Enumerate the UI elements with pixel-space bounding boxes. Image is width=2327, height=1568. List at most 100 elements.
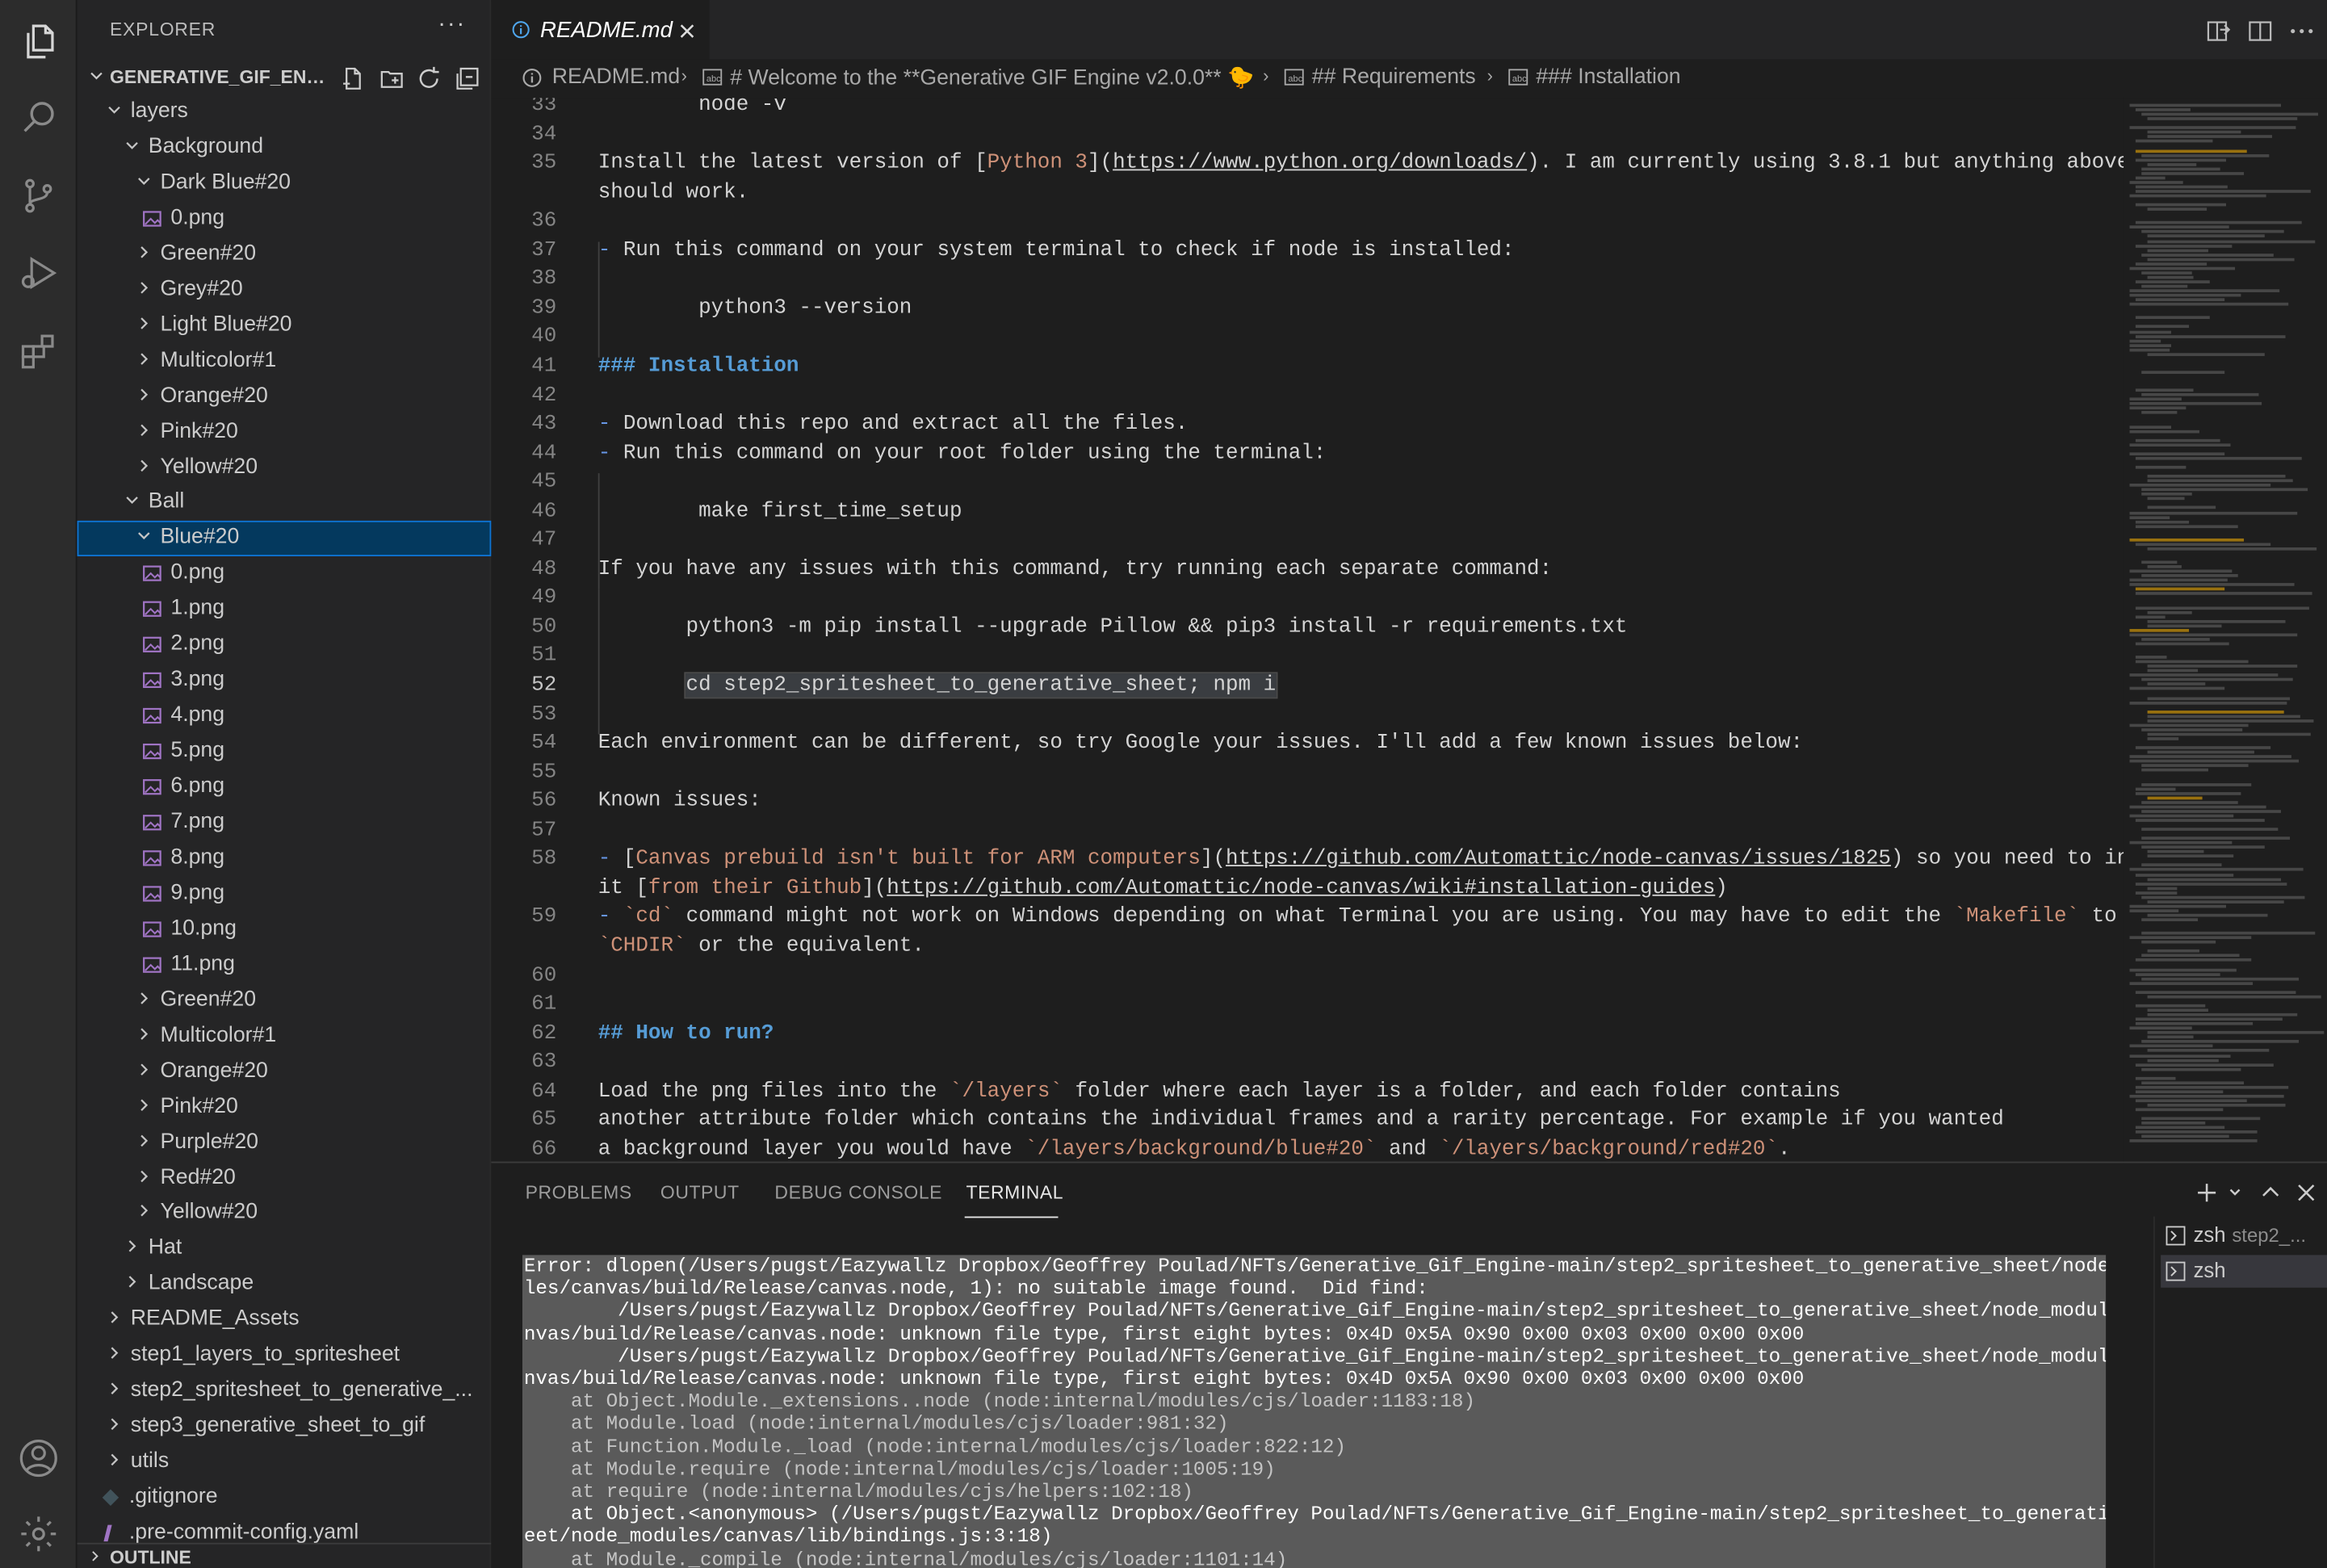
breadcrumb-h2[interactable]: ## Requirements <box>1312 65 1476 89</box>
tree-folder[interactable]: utils <box>78 1445 492 1481</box>
tree-file[interactable]: 5.png <box>78 735 492 770</box>
tree-folder[interactable]: Landscape <box>78 1268 492 1303</box>
source-control-icon[interactable] <box>15 172 62 220</box>
maximize-panel-icon[interactable] <box>2258 1180 2282 1204</box>
tree-folder[interactable]: Yellow#20 <box>78 1197 492 1232</box>
tree-folder[interactable]: Hat <box>78 1232 492 1268</box>
tree-folder[interactable]: Pink#20 <box>78 415 492 451</box>
tree-folder[interactable]: Orange#20 <box>78 379 492 415</box>
tree-file[interactable]: 0.png <box>78 202 492 237</box>
minimap-line <box>2135 588 2225 591</box>
tree-file[interactable]: 11.png <box>78 948 492 983</box>
terminal-line: at Object.<anonymous> (/Users/pugst/Eazy… <box>523 1503 2107 1526</box>
tree-folder[interactable]: Red#20 <box>78 1161 492 1197</box>
minimap-line <box>2141 932 2316 935</box>
close-panel-icon[interactable] <box>2295 1180 2318 1204</box>
new-file-icon[interactable] <box>340 65 367 92</box>
tab-readme[interactable]: README.md <box>491 0 710 60</box>
collapse-all-icon[interactable] <box>454 65 480 92</box>
tree-folder[interactable]: Green#20 <box>78 237 492 273</box>
code-line: Each environment can be different, so tr… <box>598 732 1803 755</box>
more-editor-actions-icon[interactable] <box>2288 18 2315 44</box>
tree-item-label: 8.png <box>170 845 225 870</box>
tree-folder[interactable]: Blue#20 <box>77 521 492 557</box>
tree-file[interactable]: .gitignore <box>78 1481 492 1516</box>
outline-section-header[interactable]: OUTLINE <box>77 1542 492 1568</box>
terminal-output[interactable]: Error: dlopen(/Users/pugst/Eazywallz Dro… <box>522 1255 2107 1568</box>
run-debug-icon[interactable] <box>15 249 62 297</box>
terminal-instance[interactable]: zsh <box>2161 1255 2327 1288</box>
chevron-right-icon <box>140 423 149 436</box>
tab-output[interactable]: OUTPUT <box>660 1182 740 1203</box>
more-actions-icon[interactable]: ··· <box>438 12 466 39</box>
manage-gear-icon[interactable] <box>15 1510 62 1558</box>
tree-folder[interactable]: README_Assets <box>78 1303 492 1339</box>
explorer-icon[interactable] <box>15 18 62 65</box>
workspace-root-header[interactable]: GENERATIVE_GIF_ENG... <box>78 62 492 94</box>
tree-folder[interactable]: Multicolor#1 <box>78 344 492 379</box>
split-editor-icon[interactable] <box>2247 18 2274 44</box>
minimap-line <box>2147 239 2316 243</box>
minimap-line <box>2129 452 2225 455</box>
minimap-line <box>2147 352 2265 356</box>
terminal-instance[interactable]: zsh step2_... <box>2161 1219 2327 1251</box>
account-icon[interactable] <box>15 1435 62 1482</box>
chevron-down-icon[interactable] <box>2223 1180 2246 1204</box>
tree-folder[interactable]: Ball <box>78 486 492 522</box>
minimap-line <box>2147 1049 2270 1053</box>
tree-folder[interactable]: Pink#20 <box>78 1090 492 1126</box>
minimap-line <box>2141 153 2270 157</box>
tree-folder[interactable]: Multicolor#1 <box>78 1019 492 1054</box>
tree-file[interactable]: 8.png <box>78 841 492 877</box>
minimap[interactable] <box>2124 98 2327 1162</box>
tree-file[interactable]: 2.png <box>78 628 492 664</box>
minimap-line <box>2141 371 2225 374</box>
code-token: [ <box>623 847 636 872</box>
breadcrumb-h1[interactable]: # Welcome to the **Generative GIF Engine… <box>730 65 1254 90</box>
tree-folder[interactable]: step2_spritesheet_to_generative_... <box>78 1374 492 1410</box>
tab-debug-console[interactable]: DEBUG CONSOLE <box>774 1182 942 1203</box>
minimap-line <box>2147 715 2300 718</box>
minimap-line <box>2129 579 2228 582</box>
minimap-line <box>2129 760 2300 763</box>
extensions-icon[interactable] <box>15 328 62 375</box>
breadcrumb-h3[interactable]: ### Installation <box>1536 65 1680 89</box>
tree-folder[interactable]: Orange#20 <box>78 1054 492 1090</box>
symbol-string-icon: abc <box>1284 69 1304 86</box>
tree-file[interactable]: 6.png <box>78 770 492 806</box>
breadcrumb-file[interactable]: README.md <box>552 65 680 89</box>
new-folder-icon[interactable] <box>379 65 405 92</box>
new-terminal-icon[interactable] <box>2195 1180 2218 1204</box>
tree-item-label: Dark Blue#20 <box>160 170 291 195</box>
tab-problems[interactable]: PROBLEMS <box>526 1182 632 1203</box>
refresh-icon[interactable] <box>416 65 442 92</box>
tree-folder[interactable]: Dark Blue#20 <box>78 166 492 202</box>
tree-folder[interactable]: step1_layers_to_spritesheet <box>78 1339 492 1374</box>
tab-terminal[interactable]: TERMINAL <box>966 1182 1064 1203</box>
tree-folder[interactable]: Green#20 <box>78 983 492 1019</box>
tree-folder[interactable]: Yellow#20 <box>78 451 492 486</box>
tree-file[interactable]: 9.png <box>78 877 492 912</box>
tree-file[interactable]: 10.png <box>78 912 492 948</box>
tree-file[interactable]: 1.png <box>78 593 492 628</box>
indent-guide <box>597 473 600 590</box>
search-icon[interactable] <box>15 94 62 141</box>
minimap-line <box>2135 1076 2176 1080</box>
tree-folder[interactable]: step3_generative_sheet_to_gif <box>78 1410 492 1445</box>
tree-file[interactable]: 3.png <box>78 664 492 699</box>
tree-folder[interactable]: Background <box>78 131 492 166</box>
tree-folder[interactable]: Grey#20 <box>78 273 492 308</box>
tree-file[interactable]: 7.png <box>78 806 492 841</box>
tree-folder[interactable]: layers <box>78 95 492 131</box>
tree-folder[interactable]: Light Blue#20 <box>78 308 492 344</box>
open-preview-icon[interactable] <box>2205 18 2232 44</box>
tree-folder[interactable]: Purple#20 <box>78 1126 492 1161</box>
chevron-right-icon <box>140 1169 149 1182</box>
minimap-line <box>2129 442 2231 447</box>
minimap-line <box>2129 430 2199 433</box>
tree-file[interactable]: 4.png <box>78 699 492 735</box>
line-number: 63 <box>531 1050 557 1075</box>
code-editor[interactable]: 33 node -v 34 35 Install the latest version… <box>491 98 2124 1162</box>
close-icon[interactable] <box>677 21 698 42</box>
tree-file[interactable]: 0.png <box>78 557 492 593</box>
